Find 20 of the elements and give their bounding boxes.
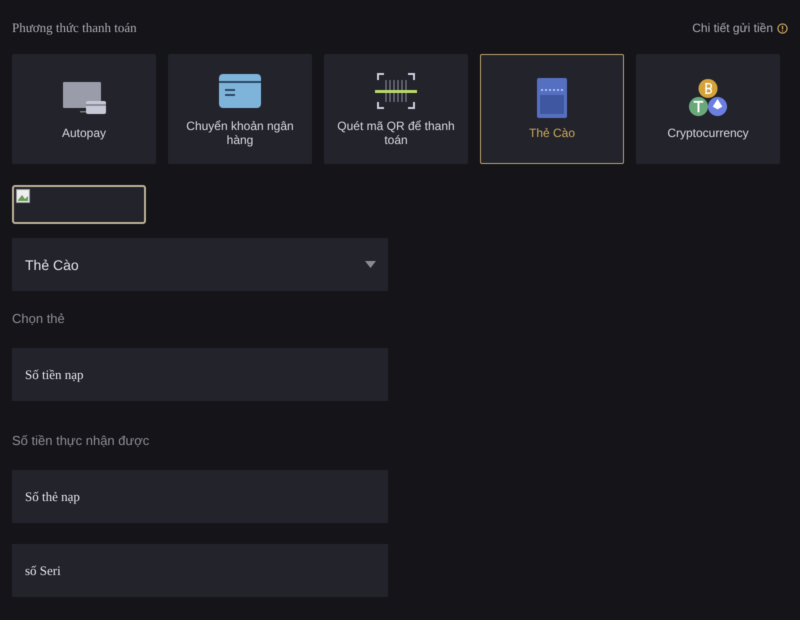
payment-method-card[interactable]: Thẻ Cào	[480, 54, 624, 164]
scratch-card-icon	[537, 78, 567, 118]
card-type-select[interactable]: Thẻ Cào	[12, 238, 388, 291]
payment-method-card[interactable]: Cryptocurrency	[636, 54, 780, 164]
bank-card-icon	[219, 71, 261, 111]
payment-method-card[interactable]: Autopay	[12, 54, 156, 164]
payment-method-card[interactable]: Chuyển khoản ngân hàng	[168, 54, 312, 164]
section-title: Phương thức thanh toán	[12, 20, 137, 36]
crypto-coins-icon	[686, 78, 730, 118]
qr-scan-icon	[375, 71, 417, 111]
serial-field[interactable]: số Seri	[12, 544, 388, 597]
payment-method-card[interactable]: Quét mã QR để thanh toán	[324, 54, 468, 164]
info-icon	[777, 22, 788, 34]
broken-image-icon	[16, 189, 30, 203]
field-label: Chọn thẻ	[12, 311, 65, 326]
caret-icon	[365, 261, 376, 268]
amount-field[interactable]: Số tiền nạp	[12, 348, 388, 401]
details-link[interactable]: Chi tiết gửi tiền	[692, 21, 788, 35]
field-label: Số tiền thực nhận được	[12, 433, 150, 448]
card-number-field[interactable]: Số thẻ nạp	[12, 470, 388, 523]
